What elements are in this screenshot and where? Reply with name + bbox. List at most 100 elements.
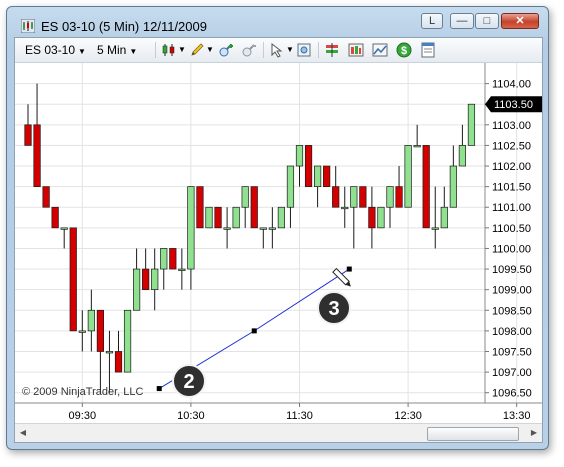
dollar-icon[interactable]: $ <box>396 42 412 58</box>
interval-selector[interactable]: 5 Min ▼ <box>97 42 137 58</box>
chart-client-area: ES 03-10 ▼ 5 Min ▼ ▼ ▼ ▼ $ 1104.00 1103.… <box>14 37 543 443</box>
close-button[interactable]: ✕ <box>501 13 539 29</box>
time-tick-label: 13:30 <box>503 410 531 422</box>
candle-body <box>160 248 168 270</box>
trendline-anchor[interactable] <box>346 266 352 272</box>
minimize-button[interactable]: — <box>450 13 474 29</box>
horizontal-scrollbar[interactable]: ◀ ▶ <box>15 423 542 442</box>
chart-trader-icon[interactable] <box>372 42 388 58</box>
candle-body <box>123 309 132 373</box>
pencil-draw-icon[interactable] <box>189 42 205 58</box>
candle-body <box>151 268 159 291</box>
candle-body <box>377 206 385 229</box>
candle-body <box>467 103 476 146</box>
candle-body <box>359 186 367 208</box>
marker-2-badge: 2 <box>172 364 206 398</box>
scroll-thumb[interactable] <box>427 427 519 441</box>
toolbar-separator <box>155 42 156 58</box>
candle-body <box>314 165 322 187</box>
price-tick-label: 1097.00 <box>492 367 532 379</box>
candle-body <box>422 145 430 229</box>
scroll-right-arrow-icon[interactable]: ▶ <box>528 427 540 439</box>
price-tick-label: 1101.00 <box>492 202 531 214</box>
candle-body <box>214 206 222 229</box>
candle-body <box>304 145 313 187</box>
chevron-down-icon[interactable]: ▼ <box>178 42 186 58</box>
candle-body <box>223 227 231 230</box>
chevron-down-icon[interactable]: ▼ <box>286 42 294 58</box>
price-chart[interactable]: 1104.00 1103.50 1103.00 1102.50 1102.00 1101.… <box>15 63 542 442</box>
chart-style-candles-icon[interactable] <box>161 42 177 58</box>
candle-body <box>205 206 213 229</box>
zoom-in-icon[interactable] <box>218 42 234 58</box>
price-tick-label: 1100.50 <box>492 223 531 235</box>
candle-body <box>87 309 95 332</box>
chevron-down-icon: ▼ <box>129 47 138 56</box>
marker-2-label: 2 <box>183 371 194 393</box>
candle-body <box>105 351 114 354</box>
chart-app-icon <box>21 19 35 33</box>
candle <box>196 186 204 229</box>
cursor-pointer-icon[interactable] <box>269 42 285 58</box>
link-button[interactable]: L <box>421 13 443 29</box>
candle-body <box>431 227 439 230</box>
instrument-label: ES 03-10 <box>25 43 76 57</box>
chevron-down-icon: ▼ <box>78 47 86 56</box>
properties-icon[interactable] <box>420 42 436 58</box>
candle <box>69 227 77 332</box>
candle <box>277 206 285 229</box>
candle-body <box>42 186 50 208</box>
data-box-icon[interactable] <box>296 42 312 58</box>
trendline-anchor[interactable] <box>156 386 162 392</box>
candle <box>404 145 412 208</box>
candle <box>205 206 213 229</box>
title-bar[interactable]: ES 03-10 (5 Min) 12/11/2009 L — □ ✕ <box>7 7 548 35</box>
candle-body <box>440 206 448 229</box>
candle <box>123 309 132 373</box>
candle-body <box>368 206 376 229</box>
maximize-button[interactable]: □ <box>475 13 499 29</box>
candle <box>467 103 476 146</box>
candle-body <box>169 248 177 270</box>
candle-body <box>78 330 86 333</box>
candle-body <box>259 227 267 230</box>
time-tick-label: 12:30 <box>394 410 422 422</box>
candle-body <box>350 186 358 208</box>
candle-body <box>341 206 349 210</box>
price-tick-label: 1098.00 <box>492 326 532 338</box>
candle-body <box>295 145 304 167</box>
strategies-icon[interactable] <box>348 42 364 58</box>
candle <box>304 145 313 187</box>
candle-body <box>332 186 340 208</box>
candle-body <box>114 351 123 373</box>
last-price-marker: 1103.50 <box>485 96 542 113</box>
candle-body <box>33 124 41 187</box>
trendline-anchor[interactable] <box>251 328 257 334</box>
candle-body <box>69 227 77 332</box>
candle-body <box>232 206 240 229</box>
window-title: ES 03-10 (5 Min) 12/11/2009 <box>41 19 207 34</box>
indicators-icon[interactable] <box>324 42 340 58</box>
candle-body <box>286 165 295 208</box>
candle-body <box>386 186 394 208</box>
candle-body <box>51 206 59 229</box>
zoom-out-icon[interactable] <box>241 42 257 58</box>
chevron-down-icon[interactable]: ▼ <box>206 42 214 58</box>
price-tick-label: 1098.50 <box>492 305 532 317</box>
scroll-left-arrow-icon[interactable]: ◀ <box>17 427 29 439</box>
instrument-selector[interactable]: ES 03-10 ▼ <box>25 42 86 58</box>
price-tick-label: 1100.00 <box>492 243 531 255</box>
candle-body <box>187 186 195 270</box>
chart-toolbar: ES 03-10 ▼ 5 Min ▼ ▼ ▼ ▼ $ <box>15 38 542 63</box>
candle <box>232 206 240 229</box>
toolbar-separator <box>263 42 264 58</box>
time-tick-label: 11:30 <box>286 410 313 422</box>
candle-body <box>241 186 249 208</box>
candle <box>250 186 258 229</box>
price-tick-label: 1103.00 <box>492 120 531 132</box>
candle-body <box>404 145 412 208</box>
candle-body <box>250 186 258 229</box>
price-tick-label: 1104.00 <box>492 79 531 91</box>
candle <box>377 206 385 229</box>
price-tick-label: 1097.50 <box>492 346 532 358</box>
